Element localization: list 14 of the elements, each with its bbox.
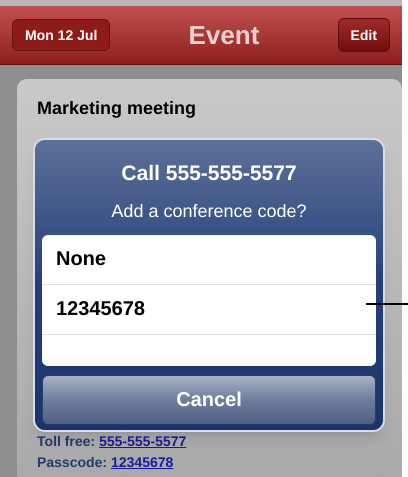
option-row[interactable]: None xyxy=(42,234,376,284)
dialog-title: Call 555-555-5577 xyxy=(121,161,297,187)
cancel-button[interactable]: Cancel xyxy=(42,374,376,424)
passcode-link[interactable]: 12345678 xyxy=(111,452,174,473)
phone-link[interactable]: 555-555-5577 xyxy=(99,431,186,452)
dialog-message: Add a conference code? xyxy=(111,200,307,222)
toll-free-label: Toll free: xyxy=(37,432,96,451)
edit-button[interactable]: Edit xyxy=(338,18,390,52)
passcode-label: Passcode: xyxy=(37,453,108,472)
leader-line xyxy=(366,303,408,305)
event-title: Marketing meeting xyxy=(37,97,198,120)
nav-title: Event xyxy=(188,18,260,52)
option-row[interactable]: 12345678 xyxy=(42,284,376,334)
back-button[interactable]: Mon 12 Jul xyxy=(12,19,110,51)
